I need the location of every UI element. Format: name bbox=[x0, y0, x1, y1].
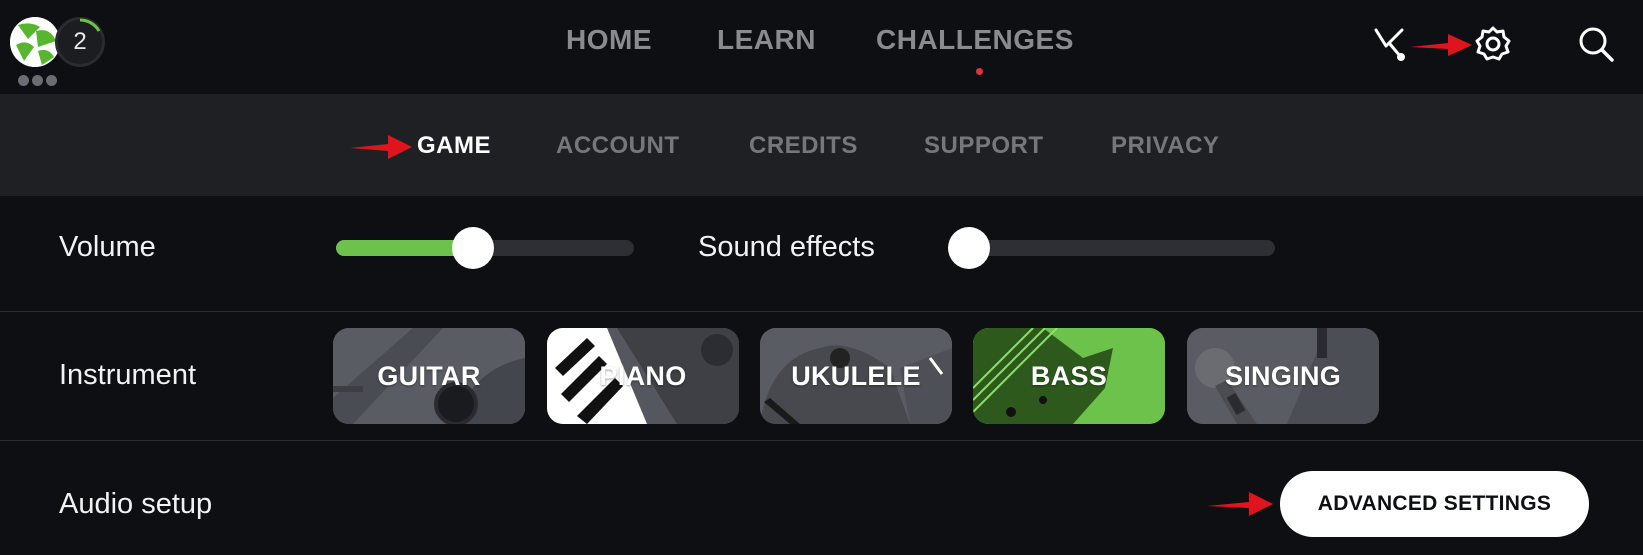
tab-game[interactable]: GAME bbox=[417, 132, 491, 160]
annotation-arrow-game bbox=[350, 135, 412, 159]
instrument-piano[interactable]: PIANO bbox=[547, 328, 739, 424]
advanced-settings-label: ADVANCED SETTINGS bbox=[1317, 492, 1552, 515]
instrument-singing-label: SINGING bbox=[1224, 360, 1342, 391]
tab-account[interactable]: ACCOUNT bbox=[556, 132, 680, 160]
instrument-guitar-label: GUITAR bbox=[377, 360, 481, 391]
annotation-arrow-gear bbox=[1410, 34, 1472, 56]
tuner-fork-icon[interactable] bbox=[1372, 26, 1408, 62]
nav-home[interactable]: HOME bbox=[566, 24, 652, 56]
nav-challenges[interactable]: CHALLENGES bbox=[876, 24, 1074, 56]
volume-label: Volume bbox=[59, 231, 156, 263]
instrument-ukulele[interactable]: UKULELE bbox=[760, 328, 952, 424]
settings-tab-bar: GAME ACCOUNT CREDITS SUPPORT PRIVACY bbox=[0, 94, 1643, 196]
divider bbox=[0, 311, 1643, 312]
instrument-bass[interactable]: BASS bbox=[973, 328, 1165, 424]
advanced-settings-button[interactable]: ADVANCED SETTINGS bbox=[1280, 471, 1589, 537]
audio-setup-label: Audio setup bbox=[59, 488, 213, 520]
instrument-guitar[interactable]: GUITAR bbox=[333, 328, 525, 424]
tab-support[interactable]: SUPPORT bbox=[924, 132, 1044, 160]
instrument-bass-label: BASS bbox=[1030, 360, 1108, 391]
tab-credits[interactable]: CREDITS bbox=[749, 132, 858, 160]
sound-effects-slider[interactable] bbox=[948, 227, 1275, 269]
nav-learn[interactable]: LEARN bbox=[717, 24, 816, 56]
sound-effects-label: Sound effects bbox=[698, 231, 875, 263]
top-bar: 2 HOME LEARN CHALLENGES bbox=[0, 0, 1643, 94]
volume-slider[interactable] bbox=[336, 227, 634, 269]
instrument-piano-label: PIANO bbox=[599, 360, 687, 391]
search-icon[interactable] bbox=[1577, 25, 1615, 63]
volume-slider-knob[interactable] bbox=[452, 227, 495, 269]
divider bbox=[0, 440, 1643, 441]
instrument-ukulele-label: UKULELE bbox=[791, 360, 921, 391]
instrument-singing[interactable]: SINGING bbox=[1187, 328, 1379, 424]
sound-effects-slider-knob[interactable] bbox=[948, 227, 990, 269]
tab-privacy[interactable]: PRIVACY bbox=[1111, 132, 1219, 160]
annotation-arrow-advanced bbox=[1207, 492, 1273, 516]
more-icon[interactable] bbox=[18, 75, 57, 86]
active-nav-indicator bbox=[976, 68, 983, 75]
instrument-label: Instrument bbox=[59, 359, 196, 391]
gear-icon[interactable] bbox=[1475, 26, 1511, 62]
